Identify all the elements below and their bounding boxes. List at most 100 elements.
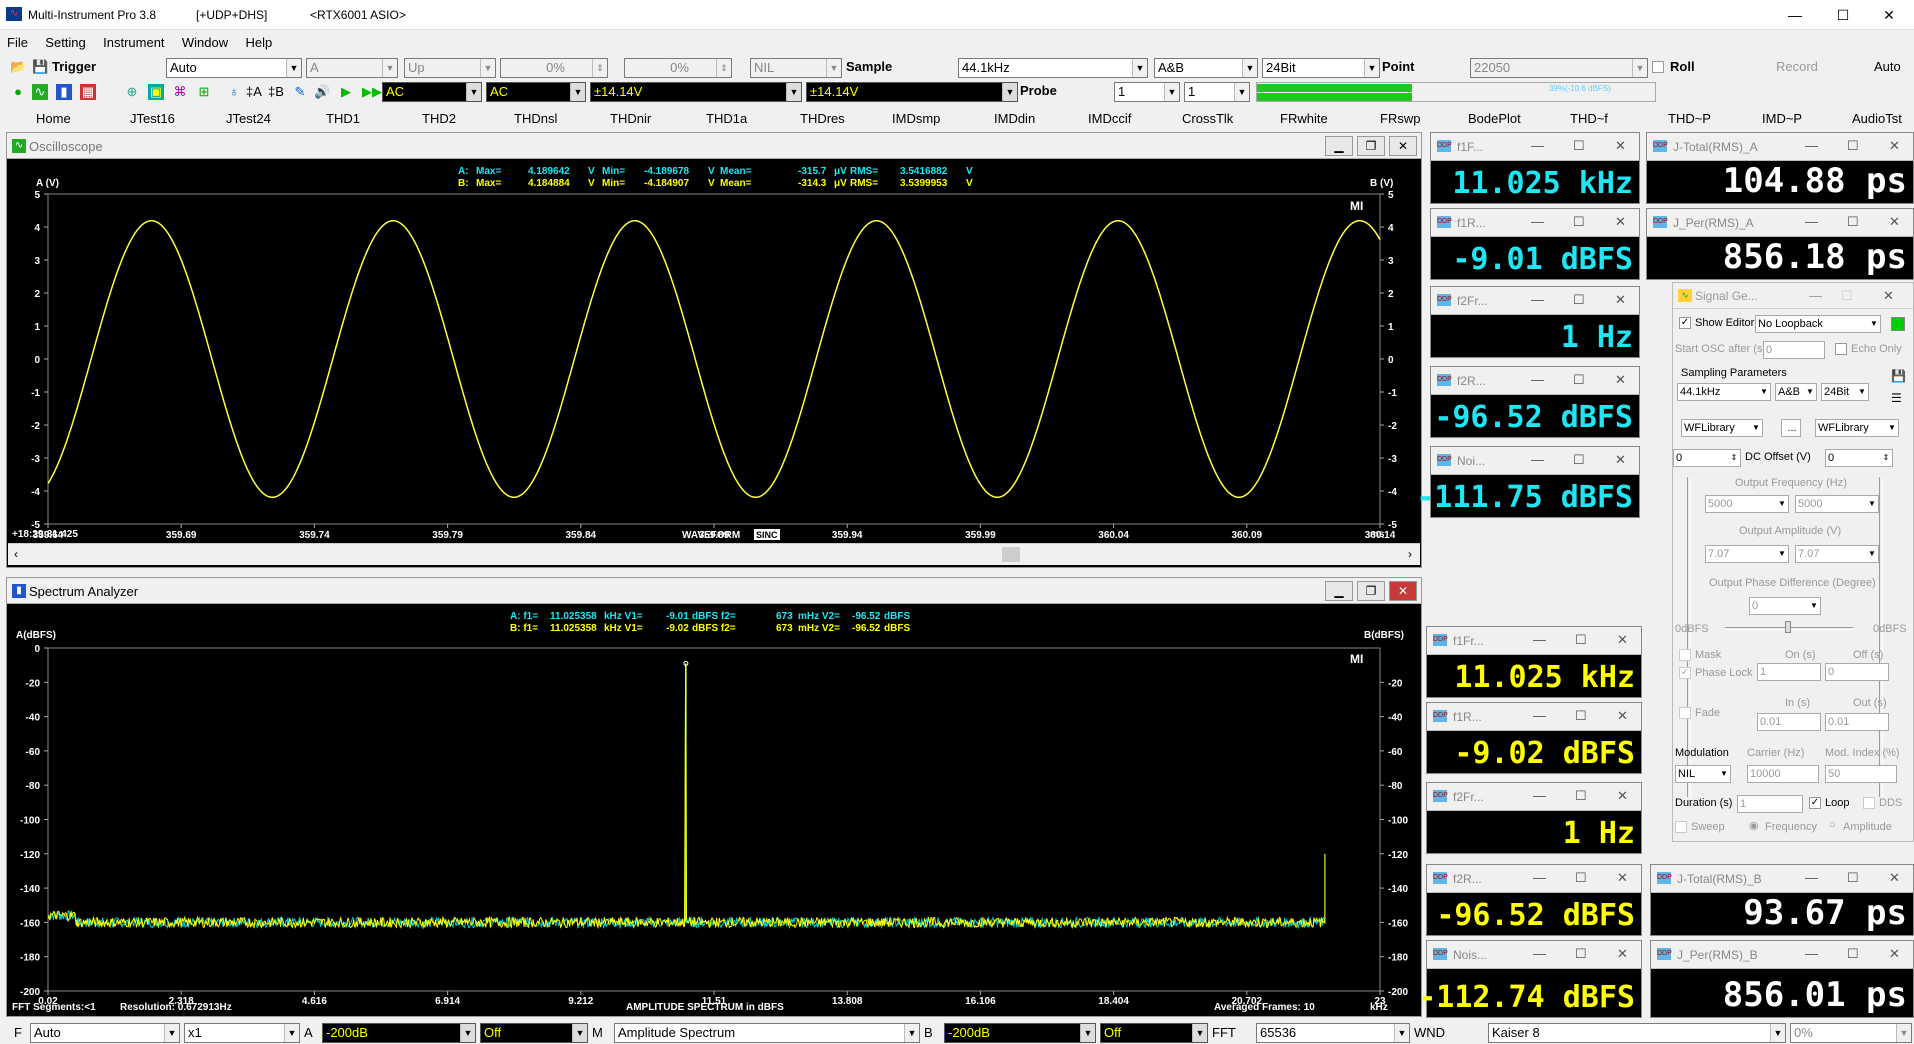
sg-maximize[interactable]: ☐ — [1841, 288, 1853, 304]
play-step-icon[interactable]: ▶▶ — [362, 84, 382, 100]
device-icon[interactable]: ⌘ — [172, 84, 188, 100]
fade-checkbox[interactable] — [1679, 707, 1691, 719]
oscilloscope-chart[interactable]: 543210-1-2-3-4-5543210-1-2-3-4-5359.64 35… — [8, 160, 1420, 556]
menu-file[interactable]: File — [0, 32, 35, 50]
sg-close[interactable]: ✕ — [1883, 288, 1894, 304]
meter-close[interactable]: ✕ — [1889, 946, 1900, 962]
scroll-thumb[interactable] — [1002, 547, 1020, 562]
points-select[interactable]: 22050 ▼ — [1470, 58, 1648, 78]
b-off-select[interactable]: Off ▼ — [1100, 1023, 1208, 1043]
scroll-left-icon[interactable]: ‹ — [14, 547, 18, 561]
meter-close[interactable]: ✕ — [1617, 708, 1628, 724]
meter-minimize[interactable]: — — [1531, 452, 1544, 467]
pretrigger-spin[interactable]: 0% ⇕ — [624, 58, 732, 78]
tab-audiotst[interactable]: AudioTst — [1852, 111, 1902, 126]
speaker-icon[interactable]: 🔊 — [314, 84, 330, 100]
mod-index-input[interactable]: 50 — [1825, 765, 1897, 783]
sample-rate-select[interactable]: 44.1kHz ▼ — [958, 58, 1148, 78]
amp-a-select[interactable]: 7.07 ▼ — [1705, 545, 1789, 563]
dc-offset-a-input[interactable]: 0 ⇕ — [1673, 449, 1741, 467]
fft-select[interactable]: 65536 ▼ — [1256, 1023, 1410, 1043]
channels-select[interactable]: A&B ▼ — [1154, 58, 1258, 78]
b-range-select[interactable]: -200dB ▼ — [944, 1023, 1096, 1043]
tab-thd-p[interactable]: THD~P — [1668, 111, 1711, 126]
meter-minimize[interactable]: — — [1533, 946, 1546, 961]
nil-select[interactable]: NIL ▼ — [750, 58, 842, 78]
meter-minimize[interactable]: — — [1531, 292, 1544, 307]
meter-close[interactable]: ✕ — [1617, 632, 1628, 648]
fade-in-input[interactable]: 0.01 — [1757, 713, 1821, 731]
open-folder-icon[interactable]: 📂 — [10, 59, 26, 75]
frequency-radio[interactable]: ◉ — [1749, 819, 1759, 832]
meter-minimize[interactable]: — — [1533, 870, 1546, 885]
spectrum-restore[interactable]: ❐ — [1357, 581, 1385, 601]
meter-close[interactable]: ✕ — [1615, 452, 1626, 468]
echo-only-checkbox[interactable] — [1835, 343, 1847, 355]
tab-thdnsl[interactable]: THDnsl — [514, 111, 557, 126]
freq-b-select[interactable]: 5000 ▼ — [1795, 495, 1879, 513]
range-b-select[interactable]: ±14.14V ▼ — [806, 82, 1018, 102]
meter-minimize[interactable]: — — [1805, 214, 1818, 229]
meter-minimize[interactable]: — — [1531, 214, 1544, 229]
meter-minimize[interactable]: — — [1805, 946, 1818, 961]
meter-maximize[interactable]: ☐ — [1573, 372, 1585, 388]
minimize-button[interactable]: — — [1772, 0, 1818, 30]
meter-maximize[interactable]: ☐ — [1575, 788, 1587, 804]
meter-maximize[interactable]: ☐ — [1573, 138, 1585, 154]
tab-imdsmp[interactable]: IMDsmp — [892, 111, 940, 126]
start-osc-input[interactable]: 0 — [1763, 341, 1825, 359]
meter-close[interactable]: ✕ — [1617, 870, 1628, 886]
meter-close[interactable]: ✕ — [1889, 870, 1900, 886]
meter-close[interactable]: ✕ — [1617, 946, 1628, 962]
sg-run-indicator[interactable] — [1891, 317, 1905, 331]
meter-minimize[interactable]: — — [1533, 708, 1546, 723]
mask-checkbox[interactable] — [1679, 649, 1691, 661]
loopback-select[interactable]: No Loopback ▼ — [1755, 315, 1881, 333]
oscilloscope-minimize[interactable]: ▁ — [1325, 136, 1353, 156]
tab-frwhite[interactable]: FRwhite — [1280, 111, 1328, 126]
wnd-select[interactable]: Kaiser 8 ▼ — [1488, 1023, 1786, 1043]
spectrum-close[interactable]: ✕ — [1389, 581, 1417, 601]
meter-minimize[interactable]: — — [1531, 372, 1544, 387]
f-mode-select[interactable]: Auto ▼ — [30, 1023, 180, 1043]
tab-thd2[interactable]: THD2 — [422, 111, 456, 126]
trigger-edge-select[interactable]: Up ▼ — [404, 58, 496, 78]
meter-close[interactable]: ✕ — [1889, 138, 1900, 154]
tab-imdccif[interactable]: IMDccif — [1088, 111, 1131, 126]
amp-b-select[interactable]: 7.07 ▼ — [1795, 545, 1879, 563]
meter-maximize[interactable]: ☐ — [1573, 292, 1585, 308]
text-a-icon[interactable]: ‡A — [246, 84, 262, 100]
osc-scrollbar[interactable]: ‹ › — [8, 543, 1420, 565]
close-button[interactable]: ✕ — [1866, 0, 1912, 30]
menu-window[interactable]: Window — [175, 32, 235, 50]
probe-a-select[interactable]: 1 ▼ — [1114, 82, 1180, 102]
wf-library-a-select[interactable]: WFLibrary ▼ — [1681, 419, 1763, 437]
meter-maximize[interactable]: ☐ — [1847, 870, 1859, 886]
sg-save-icon[interactable]: 💾 — [1891, 369, 1906, 383]
mic-icon[interactable]: ♁ — [226, 84, 242, 100]
auto-button[interactable]: Auto — [1874, 59, 1901, 74]
wf-library-dots-button[interactable]: ... — [1781, 419, 1801, 437]
roll-checkbox[interactable] — [1652, 61, 1664, 73]
tab-jtest16[interactable]: JTest16 — [130, 111, 175, 126]
meter-maximize[interactable]: ☐ — [1573, 214, 1585, 230]
wrench-icon[interactable]: ✎ — [292, 84, 308, 100]
mask-on-input[interactable]: 1 — [1757, 663, 1821, 681]
tab-thd1[interactable]: THD1 — [326, 111, 360, 126]
meter-maximize[interactable]: ☐ — [1575, 632, 1587, 648]
meter-maximize[interactable]: ☐ — [1847, 946, 1859, 962]
a-range-select[interactable]: -200dB ▼ — [322, 1023, 476, 1043]
tab-bodeplot[interactable]: BodePlot — [1468, 111, 1521, 126]
show-editor-checkbox[interactable]: ✓ — [1679, 317, 1691, 329]
meter-minimize[interactable]: — — [1531, 138, 1544, 153]
dc-offset-b-input[interactable]: 0 ⇕ — [1825, 449, 1893, 467]
tab-thd-f[interactable]: THD~f — [1570, 111, 1608, 126]
spectrum-minimize[interactable]: ▁ — [1325, 581, 1353, 601]
start-icon[interactable]: ● — [10, 84, 26, 100]
meter-close[interactable]: ✕ — [1615, 214, 1626, 230]
menu-setting[interactable]: Setting — [38, 32, 92, 50]
loop-checkbox[interactable]: ✓ — [1809, 797, 1821, 809]
mult-select[interactable]: x1 ▼ — [184, 1023, 300, 1043]
meter-maximize[interactable]: ☐ — [1847, 214, 1859, 230]
tab-crosstlk[interactable]: CrossTlk — [1182, 111, 1233, 126]
